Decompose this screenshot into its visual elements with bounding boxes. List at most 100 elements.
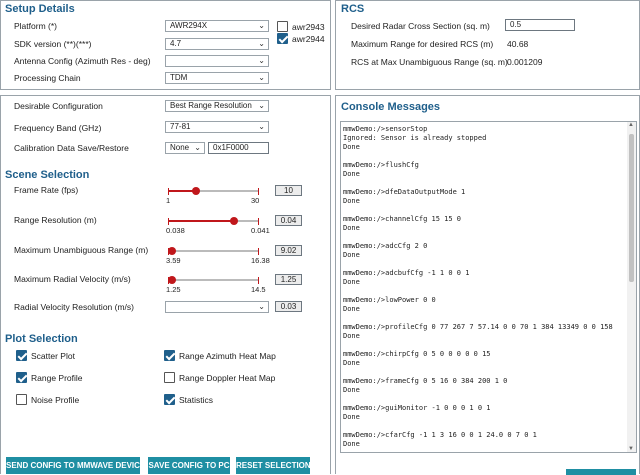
slider-track[interactable] bbox=[167, 276, 259, 284]
slider-fill bbox=[168, 220, 235, 222]
slider-track[interactable] bbox=[168, 187, 259, 195]
chevron-down-icon: ⌄ bbox=[258, 101, 265, 110]
chevron-down-icon: ⌄ bbox=[194, 143, 201, 152]
slider-min-tick bbox=[168, 187, 169, 195]
slider-knob[interactable] bbox=[167, 276, 176, 284]
scene-selection-title: Scene Selection bbox=[5, 169, 90, 181]
setup-details-title: Setup Details bbox=[5, 3, 75, 15]
calibration-value: None bbox=[170, 143, 190, 152]
slider-min-label: 3.59 bbox=[166, 256, 181, 265]
console-message: mmwDemo:/>dfeDataOutputMode 1 Done bbox=[343, 188, 466, 205]
platform-select[interactable]: AWR294X ⌄ bbox=[165, 20, 269, 32]
frequency-band-select[interactable]: 77-81 ⌄ bbox=[165, 121, 269, 133]
radial-velocity-resolution-value: 0.03 bbox=[275, 301, 302, 312]
reset-selection-button[interactable]: RESET SELECTION bbox=[236, 457, 311, 474]
slider-knob[interactable] bbox=[167, 247, 176, 255]
awr2943-label: awr2943 bbox=[292, 22, 325, 32]
max-range-rcs-label: Maximum Range for desired RCS (m) bbox=[351, 39, 494, 49]
range-doppler-heatmap-label: Range Doppler Heat Map bbox=[179, 373, 276, 383]
plot-selection-title: Plot Selection bbox=[5, 333, 78, 345]
desirable-config-label: Desirable Configuration bbox=[14, 101, 103, 111]
console-message: mmwDemo:/>adcbufCfg -1 1 0 0 1 Done bbox=[343, 269, 470, 286]
scroll-up-icon[interactable]: ▲ bbox=[628, 122, 634, 128]
slider-max-tick bbox=[258, 247, 259, 255]
range-azimuth-heatmap-label: Range Azimuth Heat Map bbox=[179, 351, 276, 361]
calibration-label: Calibration Data Save/Restore bbox=[14, 143, 129, 153]
console-message: mmwDemo:/>chirpCfg 0 5 0 0 0 0 0 15 Done bbox=[343, 350, 491, 367]
awr2944-label: awr2944 bbox=[292, 34, 325, 44]
send-config-button[interactable]: SEND CONFIG TO MMWAVE DEVICE bbox=[6, 457, 145, 474]
console-message: mmwDemo:/>guiMonitor -1 0 0 0 1 0 1 Done bbox=[343, 404, 491, 421]
rcs-title: RCS bbox=[341, 3, 365, 15]
slider-value: 10 bbox=[275, 185, 302, 196]
slider-max-tick bbox=[258, 276, 259, 284]
sdk-select[interactable]: 4.7 ⌄ bbox=[165, 38, 269, 50]
slider-max-label: 30 bbox=[251, 196, 260, 205]
save-config-button[interactable]: SAVE CONFIG TO PC bbox=[148, 457, 230, 474]
max-range-rcs-value: 40.68 bbox=[507, 39, 529, 49]
sdk-label: SDK version (**)(***) bbox=[14, 39, 92, 49]
radial-velocity-resolution-label: Radial Velocity Resolution (m/s) bbox=[14, 302, 134, 312]
range-profile-checkbox[interactable] bbox=[16, 372, 27, 383]
chevron-down-icon: ⌄ bbox=[258, 21, 265, 30]
awr2944-checkbox[interactable] bbox=[277, 33, 288, 44]
slider-label: Range Resolution (m) bbox=[14, 215, 97, 225]
slider-value: 1.25 bbox=[275, 274, 302, 285]
console-messages-title: Console Messages bbox=[341, 101, 441, 113]
slider-value: 0.04 bbox=[275, 215, 302, 226]
slider-max-label: 16.38 bbox=[251, 256, 270, 265]
console-message: mmwDemo:/>adcCfg 2 0 Done bbox=[343, 242, 428, 259]
console-button-partial[interactable] bbox=[566, 469, 636, 475]
noise-profile-checkbox[interactable] bbox=[16, 394, 27, 405]
chevron-down-icon: ⌄ bbox=[258, 73, 265, 82]
slider-min-tick bbox=[168, 217, 169, 225]
slider-value: 9.02 bbox=[275, 245, 302, 256]
slider-min-label: 1 bbox=[166, 196, 171, 205]
desirable-config-value: Best Range Resolution bbox=[170, 101, 252, 110]
scrollbar-thumb[interactable] bbox=[629, 134, 634, 282]
slider-track[interactable] bbox=[167, 247, 259, 255]
scatter-plot-checkbox[interactable] bbox=[16, 350, 27, 361]
chevron-down-icon: ⌄ bbox=[258, 39, 265, 48]
noise-profile-label: Noise Profile bbox=[31, 395, 80, 405]
antenna-select[interactable]: ⌄ bbox=[165, 55, 269, 67]
statistics-label: Statistics bbox=[179, 395, 214, 405]
slider-label: Maximum Radial Velocity (m/s) bbox=[14, 274, 131, 284]
slider-max-tick bbox=[258, 187, 259, 195]
chevron-down-icon: ⌄ bbox=[258, 302, 265, 311]
platform-label: Platform (*) bbox=[14, 21, 57, 31]
radial-velocity-resolution-select[interactable]: ⌄ bbox=[165, 301, 269, 313]
range-doppler-heatmap-checkbox[interactable] bbox=[164, 372, 175, 383]
slider-max-label: 0.041 bbox=[251, 226, 270, 235]
console-message: mmwDemo:/>frameCfg 0 5 16 0 384 200 1 0 … bbox=[343, 377, 508, 394]
desired-rcs-input[interactable]: 0.5 bbox=[505, 19, 575, 31]
console-message: mmwDemo:/>channelCfg 15 15 0 Done bbox=[343, 215, 462, 232]
slider-max-label: 14.5 bbox=[251, 285, 266, 294]
slider-max-tick bbox=[258, 217, 259, 225]
console-log[interactable]: mmwDemo:/>sensorStop Ignored: Sensor is … bbox=[340, 121, 637, 453]
rcs-max-unambiguous-label: RCS at Max Unambiguous Range (sq. m) bbox=[351, 57, 508, 67]
calibration-address-input[interactable]: 0x1F0000 bbox=[208, 142, 269, 154]
console-scrollbar[interactable]: ▲ ▼ bbox=[627, 122, 636, 452]
awr2943-checkbox[interactable] bbox=[277, 21, 288, 32]
platform-value: AWR294X bbox=[170, 21, 208, 30]
console-message: mmwDemo:/>profileCfg 0 77 267 7 57.14 0 … bbox=[343, 323, 613, 340]
desired-rcs-label: Desired Radar Cross Section (sq. m) bbox=[351, 21, 490, 31]
chevron-down-icon: ⌄ bbox=[258, 56, 265, 65]
statistics-checkbox[interactable] bbox=[164, 394, 175, 405]
processing-chain-select[interactable]: TDM ⌄ bbox=[165, 72, 269, 84]
frequency-band-value: 77-81 bbox=[170, 122, 191, 131]
calibration-select[interactable]: None ⌄ bbox=[165, 142, 205, 154]
console-message: mmwDemo:/>lowPower 0 0 Done bbox=[343, 296, 436, 313]
slider-label: Frame Rate (fps) bbox=[14, 185, 79, 195]
slider-min-label: 1.25 bbox=[166, 285, 181, 294]
range-azimuth-heatmap-checkbox[interactable] bbox=[164, 350, 175, 361]
antenna-label: Antenna Config (Azimuth Res - deg) bbox=[14, 56, 151, 66]
desirable-config-select[interactable]: Best Range Resolution ⌄ bbox=[165, 100, 269, 112]
slider-label: Maximum Unambiguous Range (m) bbox=[14, 245, 149, 255]
console-message: mmwDemo:/>sensorStop Ignored: Sensor is … bbox=[343, 125, 487, 151]
sdk-value: 4.7 bbox=[170, 39, 182, 48]
slider-track[interactable] bbox=[168, 217, 259, 225]
scroll-down-icon[interactable]: ▼ bbox=[628, 446, 634, 452]
chevron-down-icon: ⌄ bbox=[258, 122, 265, 131]
